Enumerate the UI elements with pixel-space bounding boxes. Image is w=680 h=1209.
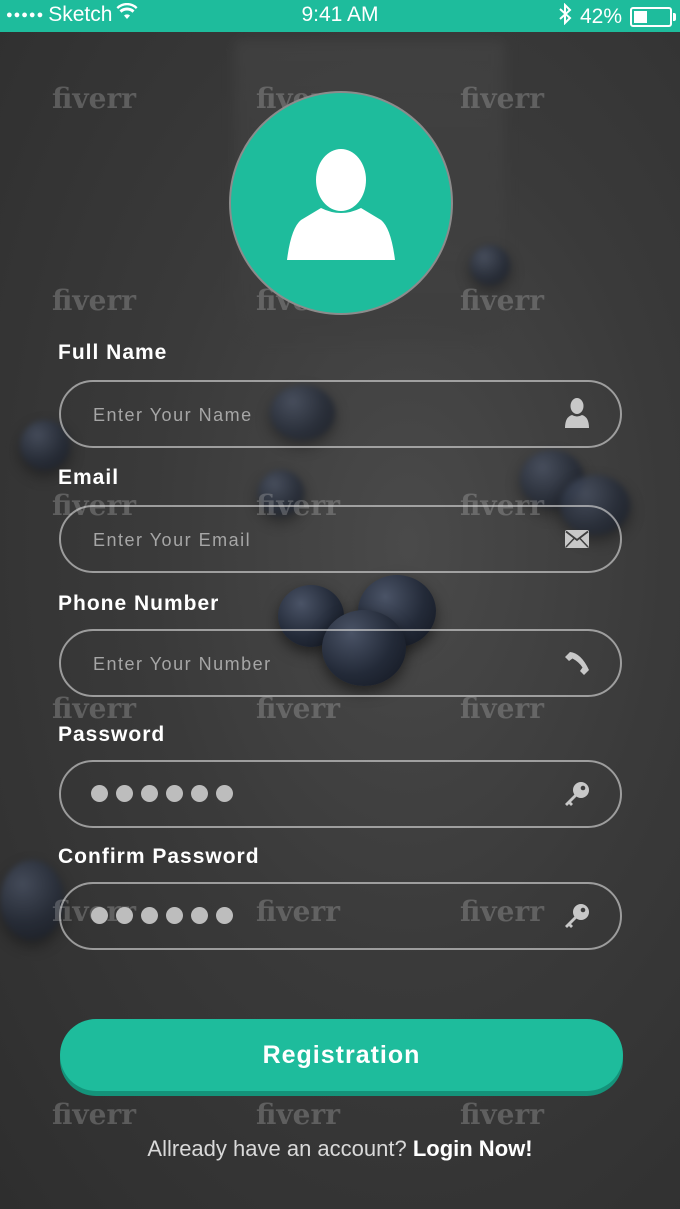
bluetooth-icon [558,2,572,31]
phone-icon [562,648,592,678]
password-dot [141,907,158,924]
password-dot [216,907,233,924]
avatar[interactable] [229,91,453,315]
phone-label: Phone Number [58,592,220,615]
watermark: fiverr [52,82,136,115]
password-dot [191,907,208,924]
confirm-password-masked-value[interactable] [91,907,233,924]
registration-button[interactable]: Registration [60,1019,623,1091]
password-dot [91,907,108,924]
watermark: fiverr [256,1098,340,1131]
password-dot [116,785,133,802]
phone-input[interactable] [91,631,535,697]
key-icon [562,901,592,931]
password-dot [116,907,133,924]
watermark: fiverr [460,1098,544,1131]
phone-field[interactable] [59,629,622,697]
login-prompt-text: Allready have an account? [147,1136,413,1161]
password-masked-value[interactable] [91,785,233,802]
confirm-password-field[interactable] [59,882,622,950]
user-icon [287,149,395,260]
watermark: fiverr [52,1098,136,1131]
password-field[interactable] [59,760,622,828]
watermark: fiverr [52,284,136,317]
status-bar: ●●●●● Sketch 9:41 AM 42% [0,0,680,32]
registration-screen: fiverr fiverr fiverr fiverr fiverr fiver… [0,0,680,1209]
password-dot [141,785,158,802]
key-icon [562,779,592,809]
password-dot [166,785,183,802]
battery-icon [630,7,676,27]
user-icon [562,398,592,429]
password-dot [91,785,108,802]
password-dot [216,785,233,802]
background-berry [470,245,510,285]
email-field[interactable] [59,505,622,573]
watermark: fiverr [460,284,544,317]
watermark: fiverr [460,82,544,115]
password-dot [191,785,208,802]
login-prompt: Allready have an account? Login Now! [0,1136,680,1162]
full-name-field[interactable] [59,380,622,448]
battery-percent: 42% [579,5,622,28]
login-now-link[interactable]: Login Now! [413,1136,533,1161]
envelope-icon [562,524,592,554]
full-name-label: Full Name [58,341,168,364]
email-input[interactable] [91,507,535,573]
confirm-password-label: Confirm Password [58,845,260,868]
password-dot [166,907,183,924]
email-label: Email [58,466,120,489]
password-label: Password [58,723,166,746]
full-name-input[interactable] [91,382,535,448]
